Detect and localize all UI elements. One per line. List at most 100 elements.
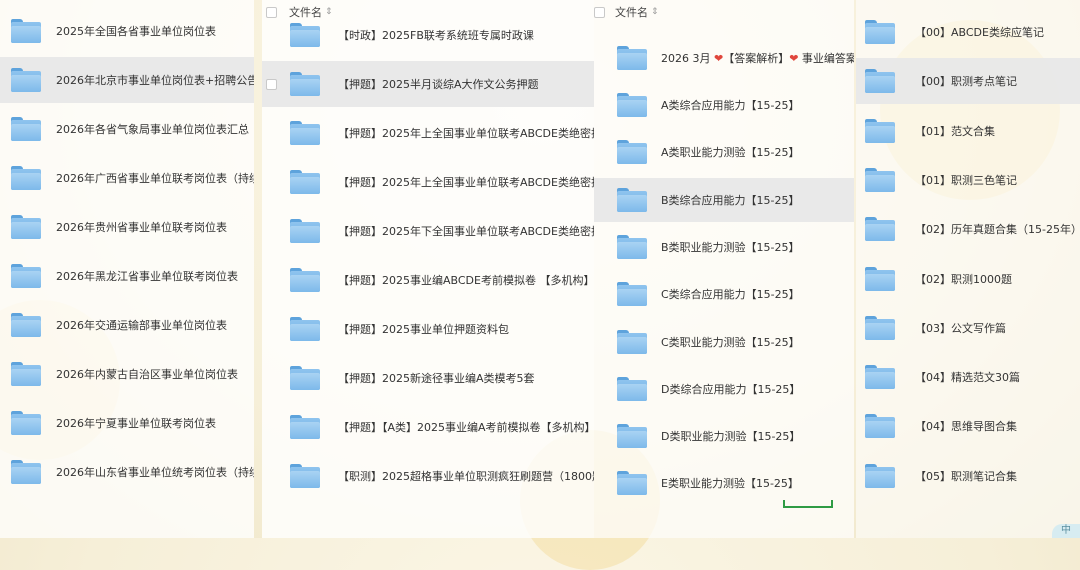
selection-indicator	[783, 500, 833, 508]
folder-name: C类职业能力测验【15-25】	[661, 335, 800, 349]
list-item-folder[interactable]: 2026年贵州省事业单位联考岗位表	[0, 204, 254, 250]
folder-icon	[11, 411, 41, 435]
folder-name: 【02】职测1000题	[915, 272, 1012, 286]
list-item-folder[interactable]: 【押题】2025半月谈综A大作文公务押题	[262, 61, 594, 107]
folder-icon	[11, 117, 41, 141]
folder-name: 【押题】【A类】2025事业编A考前模拟卷【多机构】	[338, 421, 594, 434]
list-item-folder[interactable]: 2025年全国各省事业单位岗位表	[0, 8, 254, 54]
folder-icon	[11, 460, 41, 484]
folder-name: E类职业能力测验【15-25】	[661, 477, 799, 491]
list-item-folder[interactable]: A类综合应用能力【15-25】	[594, 83, 854, 127]
list-item-folder[interactable]: B类职业能力测验【15-25】	[594, 225, 854, 269]
folder-name: 【04】精选范文30篇	[915, 371, 1020, 385]
folder-name: 【03】公文写作篇	[915, 321, 1006, 335]
sort-icon[interactable]: ⇕	[651, 7, 659, 17]
list-item-folder[interactable]: 2026年黑龙江省事业单位联考岗位表	[0, 253, 254, 299]
list-item-folder[interactable]: A类职业能力测验【15-25】	[594, 130, 854, 174]
folder-icon	[290, 317, 320, 341]
folder-icon	[617, 282, 647, 307]
list-item-folder[interactable]: D类职业能力测验【15-25】	[594, 414, 854, 458]
list-item-folder[interactable]: 2026年广西省事业单位联考岗位表（持续更	[0, 155, 254, 201]
list-item-folder[interactable]: 【押题】2025年下全国事业单位联考ABCDE类绝密押题	[262, 208, 594, 254]
folder-name: 2026年黑龙江省事业单位联考岗位表	[56, 270, 238, 283]
folder-icon	[290, 268, 320, 292]
list-item-folder[interactable]: 2026年交通运输部事业单位岗位表	[0, 302, 254, 348]
folder-name: A类综合应用能力【15-25】	[661, 99, 800, 112]
list-item-folder[interactable]: 【01】范文合集	[856, 108, 1080, 154]
list-item-folder[interactable]: 【押题】2025事业单位押题资料包	[262, 306, 594, 352]
folder-name: 2026年北京市事业单位岗位表+招聘公告汇	[56, 74, 254, 87]
list-item-folder[interactable]: 【押题】2025事业编ABCDE考前模拟卷 【多机构】	[262, 257, 594, 303]
select-all-checkbox[interactable]	[594, 6, 605, 18]
row-checkbox[interactable]	[266, 78, 277, 90]
list-item-folder[interactable]: 【03】公文写作篇	[856, 305, 1080, 351]
list-item-folder[interactable]: 【05】职测笔记合集	[856, 453, 1080, 499]
list-item-folder[interactable]: 【04】精选范文30篇	[856, 354, 1080, 400]
filename-column-label[interactable]: 文件名	[615, 4, 648, 20]
list-item-folder[interactable]: B类综合应用能力【15-25】	[594, 177, 854, 222]
folder-name: 2026年各省气象局事业单位岗位表汇总（	[56, 123, 254, 136]
folder-icon	[617, 234, 647, 259]
list-item-folder[interactable]: 【押题】2025年上全国事业单位联考ABCDE类绝密押题	[262, 110, 594, 156]
folder-name: 2026年广西省事业单位联考岗位表（持续更	[56, 172, 254, 185]
folder-name: 2026年交通运输部事业单位岗位表	[56, 319, 227, 332]
folder-name: 2026年宁夏事业单位联考岗位表	[56, 417, 216, 430]
list-item-folder[interactable]: 【时政】2025FB联考系统班专属时政课	[262, 12, 594, 58]
folder-name: 2026年内蒙古自治区事业单位岗位表	[56, 368, 238, 381]
folder-icon	[617, 93, 647, 117]
list-item-folder[interactable]: 【00】职测考点笔记	[856, 58, 1080, 105]
folder-icon	[865, 266, 895, 291]
list-item-folder[interactable]: 【00】ABCDE类综应笔记	[856, 9, 1080, 55]
folder-icon	[617, 329, 647, 354]
folder-icon	[865, 463, 895, 488]
folder-icon	[617, 187, 647, 212]
list-item-folder[interactable]: 2026 3月 ❤【答案解析】❤ 事业编答案	[594, 36, 854, 80]
folder-name: A类职业能力测验【15-25】	[661, 146, 800, 160]
folder-icon	[290, 366, 320, 390]
folder-name: B类职业能力测验【15-25】	[661, 240, 800, 254]
folder-name: 【押题】2025事业单位押题资料包	[338, 323, 509, 336]
folder-name-prefix: 2026 3月	[661, 52, 714, 65]
list-item-folder[interactable]: D类综合应用能力【15-25】	[594, 367, 854, 411]
folder-name: D类综合应用能力【15-25】	[661, 382, 801, 396]
file-list-panel-2: 文件名 ⇕ 【时政】2025FB联考系统班专属时政课 【押题】2025半月谈综A大…	[262, 0, 594, 538]
list-item-folder[interactable]: 2026年各省气象局事业单位岗位表汇总（	[0, 106, 254, 152]
list-item-folder[interactable]: 2026年宁夏事业单位联考岗位表	[0, 400, 254, 446]
list-item-folder[interactable]: 【01】职测三色笔记	[856, 157, 1080, 203]
folder-name: 【押题】2025新途径事业编A类模考5套	[338, 372, 535, 385]
folder-name: 【押题】2025年上全国事业单位联考ABCDE类绝密押题	[338, 127, 594, 140]
list-item-folder[interactable]: E类职业能力测验【15-25】	[594, 461, 854, 505]
file-list-panel-1: 2025年全国各省事业单位岗位表 2026年北京市事业单位岗位表+招聘公告汇 202…	[0, 0, 254, 538]
list-item-folder[interactable]: 2026年内蒙古自治区事业单位岗位表	[0, 351, 254, 397]
list-item-folder[interactable]: 【押题】【A类】2025事业编A考前模拟卷【多机构】	[262, 404, 594, 450]
folder-icon	[11, 264, 41, 288]
ime-toggle-button[interactable]: 中	[1052, 524, 1080, 538]
folder-name: 【04】思维导图合集	[915, 420, 1017, 434]
folder-name-suffix: 事业编答案	[798, 52, 854, 65]
folder-icon	[617, 140, 647, 165]
folder-name: 【职测】2025超格事业单位职测疯狂刷题营（1800题）	[338, 470, 594, 483]
folder-icon	[11, 215, 41, 239]
list-item-folder[interactable]: C类职业能力测验【15-25】	[594, 320, 854, 364]
list-item-folder[interactable]: 【押题】2025新途径事业编A类模考5套	[262, 355, 594, 401]
folder-name: 【押题】2025事业编ABCDE考前模拟卷 【多机构】	[338, 274, 594, 287]
folder-icon	[11, 19, 41, 43]
list-item-folder[interactable]: 2026年北京市事业单位岗位表+招聘公告汇	[0, 57, 254, 103]
folder-name: 2026年山东省事业单位统考岗位表（持续更	[56, 466, 254, 479]
list-item-folder[interactable]: 2026年山东省事业单位统考岗位表（持续更	[0, 449, 254, 495]
folder-icon	[290, 23, 320, 47]
folder-name-tag: 【答案解析】	[723, 52, 790, 65]
list-item-folder[interactable]: 【职测】2025超格事业单位职测疯狂刷题营（1800题）	[262, 453, 594, 499]
folder-name: 【05】职测笔记合集	[915, 469, 1017, 483]
list-item-folder[interactable]: 【04】思维导图合集	[856, 403, 1080, 449]
folder-icon	[290, 415, 320, 439]
folder-name: B类综合应用能力【15-25】	[661, 193, 800, 207]
list-item-folder[interactable]: 【押题】2025年上全国事业单位联考ABCDE类绝密押题	[262, 159, 594, 205]
folder-icon	[865, 217, 895, 242]
folder-icon	[290, 170, 320, 194]
folder-name: 【01】职测三色笔记	[915, 173, 1017, 187]
list-item-folder[interactable]: C类综合应用能力【15-25】	[594, 272, 854, 316]
folder-name: 【00】职测考点笔记	[915, 75, 1017, 89]
list-item-folder[interactable]: 【02】历年真题合集（15-25年）	[856, 206, 1080, 252]
list-item-folder[interactable]: 【02】职测1000题	[856, 256, 1080, 302]
